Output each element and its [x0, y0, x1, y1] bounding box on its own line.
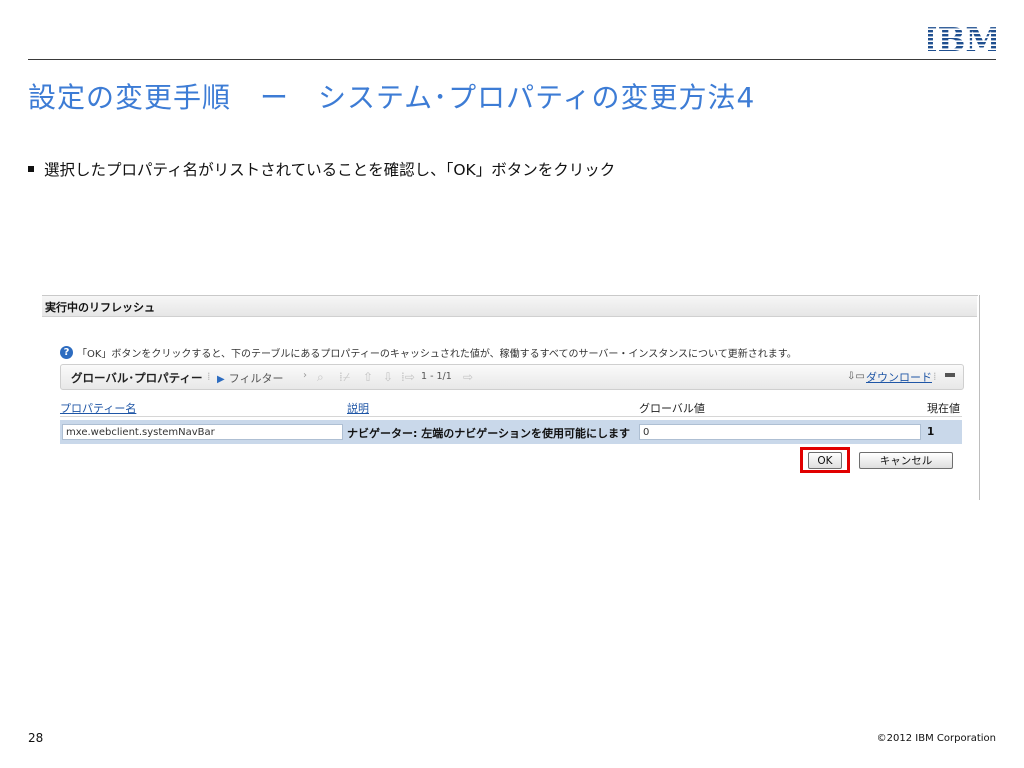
filter-label: フィルター [228, 372, 284, 385]
search-icon[interactable]: ⌕ [317, 370, 324, 385]
next-page-icon[interactable]: ⇩ [383, 370, 393, 384]
property-name-field[interactable]: mxe.webclient.systemNavBar [62, 424, 343, 440]
panel-title-bar: 実行中のリフレッシュ [42, 295, 977, 317]
minimize-icon[interactable] [945, 370, 955, 380]
current-value-cell: 1 [927, 426, 935, 438]
filter-toggle[interactable]: ▶ フィルター [217, 370, 283, 386]
ibm-logo: IBM [928, 22, 996, 54]
help-icon[interactable]: ? [60, 346, 73, 359]
copyright: ©2012 IBM Corporation [876, 733, 996, 744]
download-icon[interactable]: ⇩▭ [847, 371, 865, 382]
global-value-field[interactable]: 0 [639, 424, 921, 440]
toolbar-separator: ⁞ [933, 370, 937, 383]
column-header-description[interactable]: 説明 [347, 400, 369, 416]
table-title: グローバル･プロパティー [71, 371, 203, 385]
slide-title: 設定の変更手順 ー システム･プロパティの変更方法4 [28, 81, 756, 114]
info-text: 「OK」ボタンをクリックすると、下のテーブルにあるプロパティーのキャッシュされた… [77, 349, 797, 360]
cancel-button[interactable]: キャンセル [859, 452, 953, 469]
first-page-icon[interactable]: ⁞⇨ [401, 370, 415, 384]
info-message: ? 「OK」ボタンをクリックすると、下のテーブルにあるプロパティーのキャッシュされ… [60, 345, 797, 360]
header-divider [28, 59, 996, 60]
column-header-current-value: 現在値 [927, 402, 960, 415]
previous-page-icon[interactable]: ⇧ [363, 370, 373, 384]
column-header-global-value: グローバル値 [639, 402, 705, 415]
page-number: 28 [28, 731, 44, 745]
column-header-property-name[interactable]: プロパティー名 [60, 400, 136, 416]
ok-button[interactable]: OK [808, 452, 842, 469]
expand-triangle-icon: ▶ [217, 374, 225, 385]
refresh-panel: 実行中のリフレッシュ ? 「OK」ボタンをクリックすると、下のテーブルにあるプロパ… [42, 295, 980, 500]
bullet-square-icon [28, 166, 34, 172]
clear-filter-icon[interactable]: ⁞⌿ [339, 370, 350, 385]
download-link[interactable]: ダウンロード [866, 369, 932, 385]
filter-arrow-icon[interactable]: › [303, 370, 307, 381]
ibm-logo-text: IBM [928, 22, 996, 54]
bullet-text: 選択したプロパティ名がリストされていることを確認し、「OK」ボタンをクリック [44, 161, 616, 179]
page-info: 1 - 1/1 [421, 371, 452, 382]
table-toolbar: グローバル･プロパティー ⁞ ▶ フィルター › ⌕ ⁞⌿ ⇧ ⇩ ⁞⇨ 1 - … [60, 364, 964, 390]
bullet-item: 選択したプロパティ名がリストされていることを確認し、「OK」ボタンをクリック [28, 158, 615, 180]
panel-title: 実行中のリフレッシュ [45, 301, 155, 314]
description-cell: ナビゲーター: 左端のナビゲーションを使用可能にします [347, 427, 631, 440]
last-page-icon[interactable]: ⇨ [463, 370, 473, 384]
toolbar-separator: ⁞ [207, 370, 211, 383]
